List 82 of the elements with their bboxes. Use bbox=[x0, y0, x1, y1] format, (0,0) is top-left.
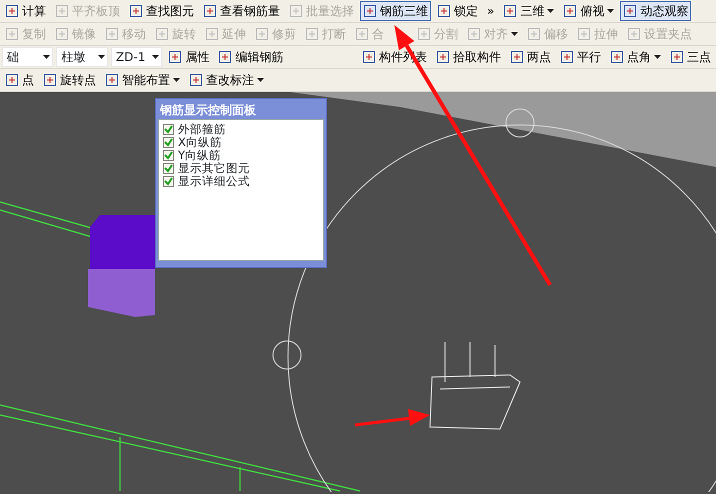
checkbox[interactable] bbox=[163, 137, 174, 148]
toolbar-button[interactable]: 三点 bbox=[667, 47, 714, 67]
dropdown-button[interactable]: 查改标注 bbox=[186, 70, 267, 90]
tool-icon bbox=[55, 4, 69, 18]
caret-icon bbox=[173, 78, 180, 82]
component-select[interactable]: 础 bbox=[2, 47, 54, 67]
tool-icon bbox=[527, 27, 541, 41]
tool-icon bbox=[623, 4, 638, 18]
checkbox[interactable] bbox=[163, 124, 174, 135]
tool-icon bbox=[417, 27, 431, 41]
dropdown-button[interactable]: 智能布置 bbox=[102, 70, 183, 90]
tool-icon bbox=[577, 27, 591, 41]
toolbar-button[interactable]: 平行 bbox=[557, 47, 604, 67]
option-label: X向纵筋 bbox=[178, 136, 222, 149]
caret-icon bbox=[547, 9, 554, 13]
tool-icon bbox=[563, 4, 578, 18]
option-label: 显示详细公式 bbox=[178, 175, 250, 188]
tool-icon bbox=[503, 4, 518, 18]
toolbar-button[interactable]: 查看钢筋量 bbox=[200, 1, 283, 21]
tool-icon bbox=[355, 27, 369, 41]
toolbar-button[interactable]: 编辑钢筋 bbox=[215, 47, 286, 67]
tool-icon bbox=[255, 27, 269, 41]
select-value: ZD-1 bbox=[116, 49, 146, 66]
toolbar-button[interactable]: 两点 bbox=[507, 47, 554, 67]
tool-icon bbox=[289, 4, 303, 18]
tool-icon bbox=[363, 4, 377, 18]
toolbar-button[interactable]: 查找图元 bbox=[126, 1, 197, 21]
option-label: Y向纵筋 bbox=[178, 149, 222, 162]
tool-icon bbox=[5, 4, 19, 18]
caret-icon bbox=[98, 55, 105, 59]
tool-icon bbox=[129, 4, 143, 18]
dropdown-button[interactable]: 三维 bbox=[500, 1, 558, 21]
caret-icon bbox=[654, 55, 661, 59]
dropdown-button[interactable]: 俯视 bbox=[560, 1, 618, 21]
caret-icon bbox=[152, 55, 160, 59]
checkbox[interactable] bbox=[163, 163, 174, 174]
caret-icon bbox=[43, 55, 50, 59]
dropdown-button[interactable]: 点角 bbox=[607, 47, 664, 67]
tool-icon bbox=[5, 27, 19, 41]
toolbar-button[interactable]: 属性 bbox=[165, 47, 212, 67]
component-select[interactable]: 柱墩 bbox=[56, 47, 108, 67]
tool-icon bbox=[436, 50, 450, 64]
tool-icon bbox=[362, 50, 376, 64]
tool-icon bbox=[189, 73, 203, 87]
tool-icon bbox=[437, 4, 451, 18]
component-select[interactable]: ZD-1 bbox=[110, 47, 162, 67]
caret-icon bbox=[257, 78, 264, 82]
tool-icon bbox=[670, 50, 684, 64]
3d-viewport[interactable]: 钢筋显示控制面板 外部箍筋 X向纵筋 Y向纵筋 显示其它图元 显示详细公式 bbox=[0, 92, 716, 492]
tool-icon bbox=[105, 73, 119, 87]
tool-icon bbox=[105, 27, 119, 41]
caret-icon bbox=[607, 9, 614, 13]
overflow-button[interactable]: » bbox=[484, 1, 498, 21]
checkbox[interactable] bbox=[163, 176, 174, 187]
tool-icon bbox=[627, 27, 641, 41]
toolbar-button[interactable]: 点 bbox=[2, 70, 37, 90]
select-value: 础 bbox=[7, 49, 19, 66]
toolbar-button[interactable]: 旋转点 bbox=[40, 70, 99, 90]
select-value: 柱墩 bbox=[61, 49, 86, 66]
tool-icon bbox=[467, 27, 481, 41]
option-label: 外部箍筋 bbox=[178, 123, 226, 136]
toolbar-button[interactable]: 拾取构件 bbox=[433, 47, 504, 67]
tool-icon bbox=[610, 50, 624, 64]
tool-icon bbox=[168, 50, 182, 64]
tool-icon bbox=[155, 27, 169, 41]
tool-icon bbox=[205, 27, 219, 41]
tool-icon bbox=[305, 27, 319, 41]
tool-icon bbox=[203, 4, 217, 18]
tool-icon bbox=[5, 73, 19, 87]
toolbar-button[interactable]: 锁定 bbox=[434, 1, 481, 21]
toolbar-button[interactable]: 计算 bbox=[2, 1, 49, 21]
checkbox[interactable] bbox=[163, 150, 174, 161]
tool-icon bbox=[218, 50, 232, 64]
toolbar-button[interactable]: 动态观察 bbox=[620, 1, 692, 21]
panel-title: 钢筋显示控制面板 bbox=[158, 102, 257, 119]
tool-icon bbox=[560, 50, 574, 64]
option-label: 显示其它图元 bbox=[178, 162, 250, 175]
caret-icon bbox=[511, 32, 518, 36]
toolbar-button[interactable]: 钢筋三维 bbox=[360, 1, 431, 21]
tool-icon bbox=[43, 73, 57, 87]
tool-icon bbox=[510, 50, 524, 64]
tool-icon bbox=[55, 27, 69, 41]
